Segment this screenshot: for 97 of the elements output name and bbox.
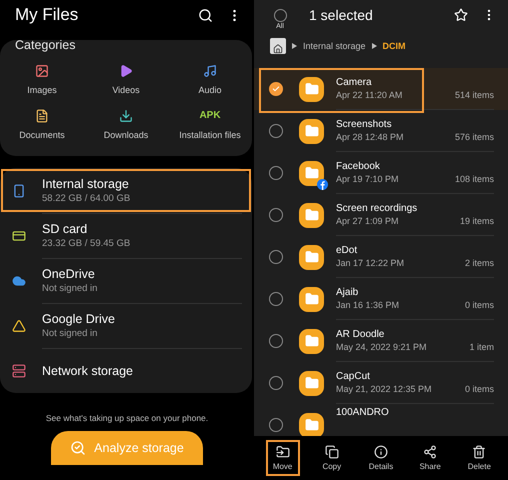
select-checkbox[interactable] bbox=[269, 124, 283, 138]
action-button[interactable]: Copy bbox=[314, 440, 349, 476]
folder-row[interactable]: Facebook Apr 19 7:10 PM 108 items bbox=[254, 152, 508, 194]
category-item[interactable]: Videos bbox=[84, 64, 168, 95]
folder-date: May 24, 2022 9:21 PM bbox=[336, 342, 428, 352]
folder-name: 100ANDRO bbox=[336, 407, 390, 418]
check-icon bbox=[272, 85, 280, 93]
folder-icon bbox=[299, 328, 324, 354]
image-icon bbox=[35, 64, 49, 78]
item-count: 1 item bbox=[469, 342, 494, 352]
folder-icon bbox=[299, 412, 324, 436]
item-count: 2 items bbox=[464, 258, 494, 268]
search-icon[interactable] bbox=[198, 8, 213, 22]
share-icon bbox=[423, 445, 438, 459]
action-button[interactable]: Move bbox=[266, 440, 300, 476]
folder-row[interactable]: Ajaib Jan 16 1:36 PM 0 items bbox=[254, 278, 508, 320]
category-item[interactable]: Images bbox=[0, 64, 84, 95]
folder-date: Jan 17 12:22 PM bbox=[336, 258, 406, 268]
section-heading: Categories bbox=[14, 38, 76, 52]
folder-row[interactable]: Screenshots Apr 28 12:48 PM 576 items bbox=[254, 110, 508, 152]
folder-date: Apr 28 12:48 PM bbox=[336, 132, 405, 142]
star-icon[interactable] bbox=[454, 8, 468, 22]
storage-item[interactable]: Google Drive Not signed in bbox=[0, 303, 252, 348]
item-count: 19 items bbox=[460, 216, 494, 226]
item-count: 576 items bbox=[454, 132, 494, 142]
action-button[interactable]: Delete bbox=[462, 440, 496, 476]
folder-row[interactable]: eDot Jan 17 12:22 PM 2 items bbox=[254, 236, 508, 278]
storage-item[interactable]: OneDrive Not signed in bbox=[0, 258, 252, 303]
document-icon bbox=[35, 109, 49, 123]
folder-name: Camera bbox=[336, 77, 373, 88]
info-icon bbox=[374, 445, 388, 459]
folder-name: eDot bbox=[336, 245, 358, 256]
search-icon bbox=[70, 440, 86, 456]
folder-row[interactable]: AR Doodle May 24, 2022 9:21 PM 1 item bbox=[254, 320, 508, 362]
folder-date: Apr 27 1:09 PM bbox=[336, 216, 400, 226]
category-item[interactable]: Audio bbox=[168, 64, 252, 95]
app-title: My Files bbox=[15, 5, 80, 25]
folder-row[interactable]: Camera Apr 22 11:20 AM 514 items bbox=[254, 68, 508, 110]
copy-icon bbox=[324, 445, 339, 459]
action-button[interactable]: Share bbox=[413, 440, 448, 476]
chevron-icon bbox=[292, 43, 297, 49]
folder-date: Apr 22 11:20 AM bbox=[336, 90, 404, 100]
chevron-icon bbox=[372, 43, 377, 49]
phone-icon bbox=[12, 184, 26, 198]
storage-item[interactable]: Network storage bbox=[0, 348, 252, 393]
folder-name: Screen recordings bbox=[336, 203, 418, 214]
folder-icon bbox=[299, 370, 324, 396]
select-checkbox[interactable] bbox=[269, 292, 283, 306]
breadcrumb-link[interactable]: DCIM bbox=[382, 41, 406, 51]
select-checkbox[interactable] bbox=[269, 208, 283, 222]
folder-row[interactable]: Screen recordings Apr 27 1:09 PM 19 items bbox=[254, 194, 508, 236]
item-count: 0 items bbox=[464, 384, 494, 394]
storage-item[interactable]: SD card 23.32 GB / 59.45 GB bbox=[0, 213, 252, 258]
select-checkbox[interactable] bbox=[269, 376, 283, 390]
trash-icon bbox=[472, 445, 486, 459]
folder-name: AR Doodle bbox=[336, 329, 386, 340]
drive-icon bbox=[12, 318, 26, 332]
download-icon bbox=[119, 109, 133, 123]
select-checkbox[interactable] bbox=[269, 250, 283, 264]
folder-name: Facebook bbox=[336, 161, 381, 172]
breadcrumb-link[interactable]: Internal storage bbox=[303, 41, 366, 51]
select-checkbox[interactable] bbox=[269, 166, 283, 180]
category-item[interactable]: APK Installation files bbox=[168, 109, 252, 140]
music-note-icon bbox=[203, 64, 217, 78]
select-all-checkbox[interactable] bbox=[274, 8, 286, 22]
item-count: 0 items bbox=[464, 300, 494, 310]
folder-name: Screenshots bbox=[336, 119, 393, 130]
folder-icon bbox=[299, 202, 324, 228]
item-count: 108 items bbox=[454, 174, 494, 184]
folder-arrow-icon bbox=[276, 445, 290, 459]
folder-date: Apr 19 7:10 PM bbox=[336, 174, 400, 184]
folder-icon bbox=[299, 286, 324, 312]
hint-text: See what's taking up space on your phone. bbox=[44, 413, 210, 423]
storage-item[interactable]: Internal storage 58.22 GB / 64.00 GB bbox=[0, 168, 252, 213]
apk-icon: APK bbox=[199, 109, 221, 123]
folder-row[interactable]: CapCut May 21, 2022 12:35 PM 0 items bbox=[254, 362, 508, 404]
folder-icon bbox=[299, 76, 324, 102]
folder-name: CapCut bbox=[336, 371, 371, 382]
category-item[interactable]: Downloads bbox=[84, 109, 168, 140]
select-checkbox[interactable] bbox=[269, 82, 283, 96]
action-button[interactable]: Details bbox=[364, 440, 398, 476]
selection-title: 1 selected bbox=[309, 7, 374, 23]
video-icon bbox=[119, 64, 133, 78]
folder-icon bbox=[299, 118, 324, 144]
server-icon bbox=[12, 364, 26, 378]
select-checkbox[interactable] bbox=[269, 418, 283, 432]
sd-card-icon bbox=[12, 228, 26, 242]
folder-name: Ajaib bbox=[336, 287, 360, 298]
folder-date: May 21, 2022 12:35 PM bbox=[336, 384, 433, 394]
select-checkbox[interactable] bbox=[269, 334, 283, 348]
folder-date: Jan 16 1:36 PM bbox=[336, 300, 400, 310]
folder-icon bbox=[299, 160, 324, 186]
folder-icon bbox=[299, 244, 324, 270]
category-item[interactable]: Documents bbox=[0, 109, 84, 140]
home-icon[interactable] bbox=[270, 38, 286, 54]
cloud-icon bbox=[12, 274, 26, 288]
item-count: 514 items bbox=[454, 90, 494, 100]
